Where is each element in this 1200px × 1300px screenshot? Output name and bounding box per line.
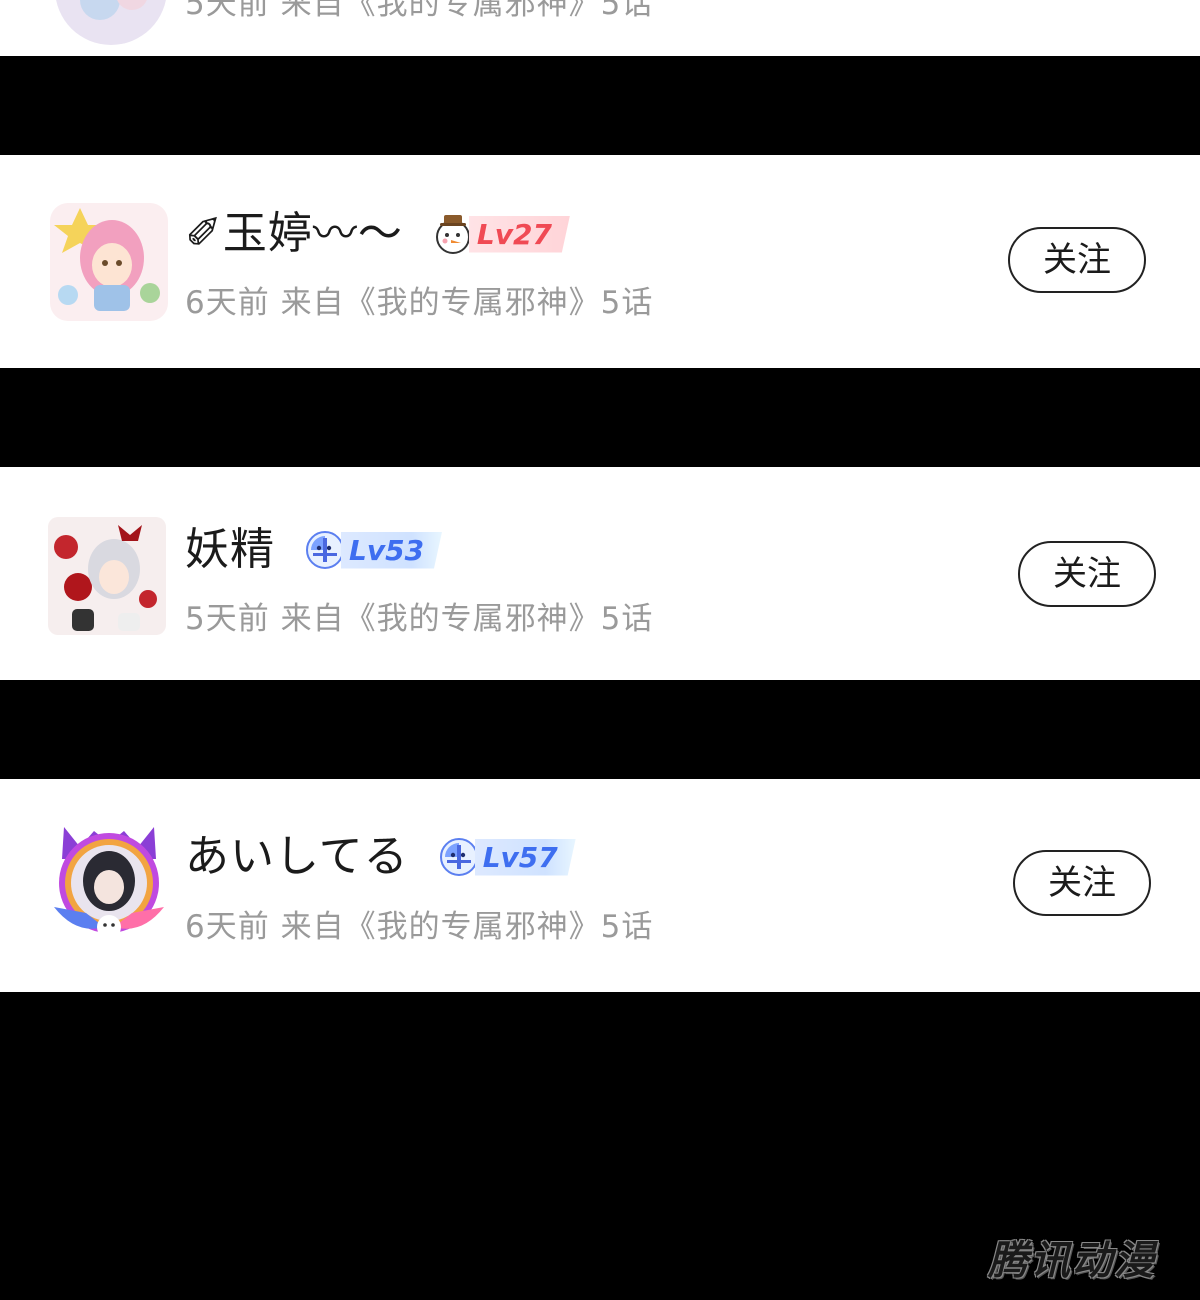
user-name[interactable]: 妖精 (185, 520, 275, 580)
follow-button[interactable]: 关注 (1013, 850, 1151, 916)
comment-card-partial: 5天前 来自《我的专属邪神》5话 (0, 0, 1200, 56)
user-name[interactable]: ✐玉婷〰～ (185, 204, 403, 264)
user-avatar[interactable] (48, 517, 166, 635)
follow-button[interactable]: 关注 (1018, 541, 1156, 607)
avatar-icon (56, 0, 166, 45)
comment-time: 5天前 (185, 601, 270, 637)
comment-card: ✐玉婷〰～ Lv27 6天前 来自《我的专属邪神》5话 关注 (0, 155, 1200, 368)
comment-meta: 6天前 来自《我的专属邪神》5话 (185, 901, 653, 946)
user-avatar[interactable] (50, 203, 168, 321)
comment-card: 妖精 Lv53 5天前 来自《我的专属邪神》5话 关注 (0, 467, 1200, 680)
watermark-logo: 腾讯动漫 (988, 1238, 1156, 1284)
avatar-icon (54, 827, 164, 939)
level-text: Lv27 (468, 215, 570, 253)
blue-mascot-level-icon (439, 838, 478, 876)
name-row: ✐玉婷〰～ Lv27 (185, 204, 570, 264)
level-text: Lv53 (341, 531, 443, 569)
comment-source: 来自《我的专属邪神》5话 (280, 0, 654, 22)
user-name[interactable]: あいしてる (185, 827, 409, 887)
comment-source: 来自《我的专属邪神》5话 (280, 601, 654, 637)
level-badge: Lv53 (303, 530, 443, 570)
avatar-icon (50, 203, 168, 321)
comment-card: あいしてる Lv57 6天前 来自《我的专属邪神》5话 关注 (0, 779, 1200, 992)
snowman-level-icon (435, 215, 470, 254)
name-row: 妖精 Lv53 (185, 520, 443, 580)
follow-button[interactable]: 关注 (1008, 227, 1146, 293)
comment-source: 来自《我的专属邪神》5话 (280, 285, 654, 321)
comment-meta: 5天前 来自《我的专属邪神》5话 (185, 593, 653, 638)
comment-meta: 6天前 来自《我的专属邪神》5话 (185, 277, 653, 322)
comment-meta: 5天前 来自《我的专属邪神》5话 (185, 0, 653, 23)
comment-time: 6天前 (185, 285, 270, 321)
user-avatar[interactable] (52, 0, 170, 48)
level-badge: Lv27 (431, 214, 570, 254)
level-badge: Lv57 (437, 837, 576, 877)
comment-source: 来自《我的专属邪神》5话 (280, 909, 654, 945)
comment-time: 5天前 (185, 0, 270, 22)
name-row: あいしてる Lv57 (185, 827, 576, 887)
user-avatar[interactable] (46, 817, 172, 943)
level-text: Lv57 (474, 838, 576, 876)
avatar-icon (48, 517, 166, 635)
comment-time: 6天前 (185, 909, 270, 945)
blue-mascot-level-icon (306, 531, 344, 569)
